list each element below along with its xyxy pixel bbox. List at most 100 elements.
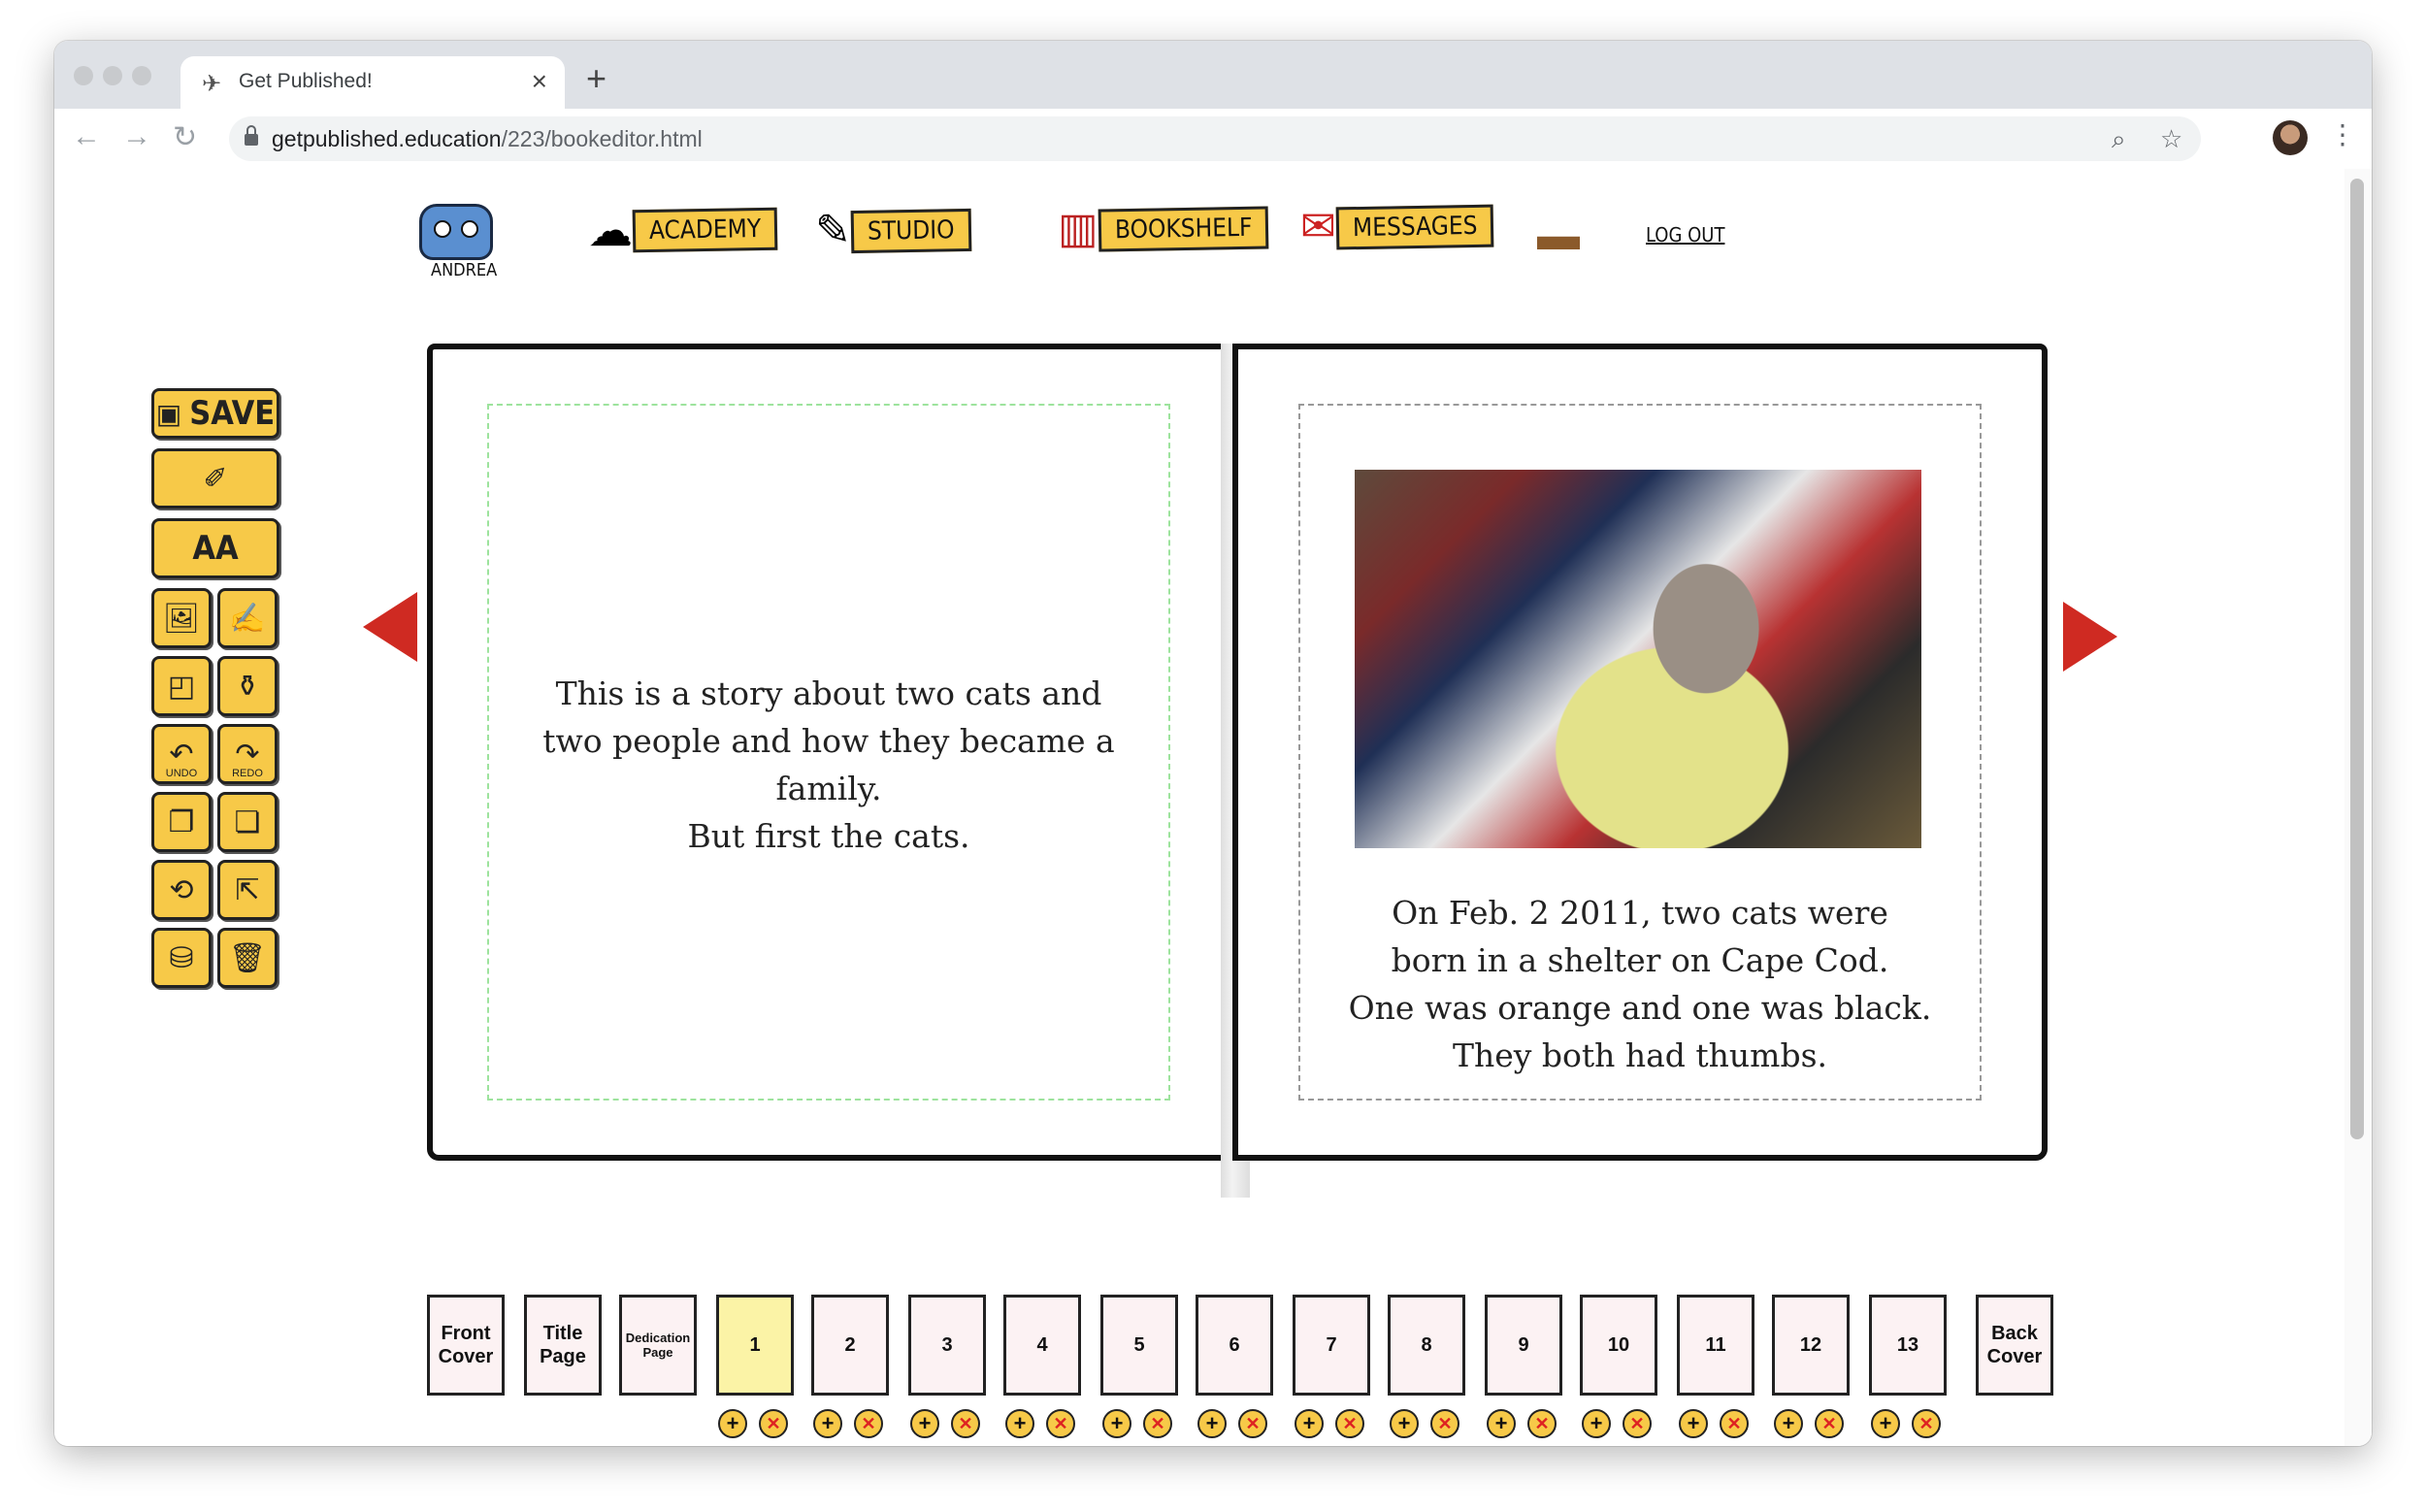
arrange-button[interactable]: ◰: [151, 656, 212, 716]
delete-page-icon[interactable]: ✕: [1238, 1409, 1267, 1438]
left-text-frame[interactable]: This is a story about two cats and two p…: [487, 404, 1170, 1101]
page-thumb-front-cover[interactable]: Front Cover: [427, 1295, 505, 1396]
reload-icon[interactable]: ↻: [173, 120, 197, 154]
add-page-icon[interactable]: +: [1102, 1409, 1131, 1438]
add-page-icon[interactable]: +: [1197, 1409, 1227, 1438]
browser-tab[interactable]: ✈ Get Published! ×: [180, 56, 565, 109]
address-bar: ← → ↻ getpublished.education/223/bookedi…: [54, 109, 2372, 170]
back-icon[interactable]: ←: [72, 120, 101, 153]
text-size-button[interactable]: AA: [151, 518, 279, 578]
delete-page-icon[interactable]: ✕: [854, 1409, 883, 1438]
redo-icon: ↷: [235, 738, 260, 771]
mailbox-icon: ✉: [1300, 203, 1336, 250]
add-page-icon[interactable]: +: [1390, 1409, 1419, 1438]
window-zoom-dot[interactable]: [132, 66, 151, 85]
floppy-disk-icon: ▣: [155, 398, 182, 429]
new-tab-icon[interactable]: +: [586, 58, 606, 99]
add-page-icon[interactable]: +: [1295, 1409, 1324, 1438]
nav-bookshelf[interactable]: ▥ BOOKSHELF: [1058, 204, 1269, 253]
delete-page-icon[interactable]: ✕: [1527, 1409, 1557, 1438]
browser-window: ✈ Get Published! × + ← → ↻ getpublished.…: [54, 41, 2372, 1446]
page-thumb-back-cover[interactable]: Back Cover: [1976, 1295, 2053, 1396]
trash-can-icon: 🗑: [228, 941, 267, 974]
edit-image-button[interactable]: ✍: [217, 588, 278, 648]
user-avatar-robot-icon[interactable]: [419, 204, 493, 260]
page-thumb-1[interactable]: 1: [716, 1295, 794, 1396]
copy-button[interactable]: ⛁: [151, 928, 212, 988]
url-text: getpublished.education/223/bookeditor.ht…: [272, 126, 703, 151]
add-page-icon[interactable]: +: [1005, 1409, 1034, 1438]
delete-page-icon[interactable]: ✕: [1815, 1409, 1844, 1438]
delete-page-icon[interactable]: ✕: [759, 1409, 788, 1438]
save-button[interactable]: ▣ SAVE: [151, 388, 279, 439]
page-thumb-12[interactable]: 12: [1772, 1295, 1850, 1396]
window-close-dot[interactable]: [74, 66, 93, 85]
image-icon: 🖼: [162, 602, 201, 635]
lock-icon: [245, 125, 258, 146]
draw-tools-button[interactable]: ✐: [151, 448, 279, 509]
window-minimize-dot[interactable]: [103, 66, 122, 85]
add-page-icon[interactable]: +: [1582, 1409, 1611, 1438]
page-thumb-2[interactable]: 2: [811, 1295, 889, 1396]
browser-menu-icon[interactable]: ⋮: [2329, 118, 2356, 150]
page-thumb-3[interactable]: 3: [908, 1295, 986, 1396]
page-thumb-dedication-page[interactable]: Dedication Page: [619, 1295, 697, 1396]
zoom-icon[interactable]: ⌕: [2112, 124, 2126, 155]
next-page-arrow[interactable]: [2063, 602, 2117, 672]
add-page-icon[interactable]: +: [718, 1409, 747, 1438]
page-photo[interactable]: [1355, 470, 1921, 848]
nav-studio[interactable]: ✎ STUDIO: [815, 206, 971, 255]
rotate-button[interactable]: ⟲: [151, 860, 212, 920]
bring-front-button[interactable]: ❏: [217, 792, 278, 852]
previous-page-arrow[interactable]: [363, 592, 417, 662]
page-thumb-title-page[interactable]: Title Page: [524, 1295, 602, 1396]
forward-icon[interactable]: →: [122, 120, 151, 153]
glue-button[interactable]: ⚱: [217, 656, 278, 716]
add-page-icon[interactable]: +: [1487, 1409, 1516, 1438]
page-thumb-13[interactable]: 13: [1869, 1295, 1947, 1396]
delete-page-icon[interactable]: ✕: [1720, 1409, 1749, 1438]
add-page-icon[interactable]: +: [910, 1409, 939, 1438]
nav-messages-label: MESSAGES: [1335, 204, 1494, 249]
add-page-icon[interactable]: +: [1871, 1409, 1900, 1438]
close-tab-icon[interactable]: ×: [532, 66, 547, 97]
add-page-icon[interactable]: +: [1774, 1409, 1803, 1438]
right-content-frame[interactable]: On Feb. 2 2011, two cats were born in a …: [1298, 404, 1982, 1101]
delete-page-icon[interactable]: ✕: [1430, 1409, 1459, 1438]
delete-page-icon[interactable]: ✕: [1912, 1409, 1941, 1438]
delete-page-icon[interactable]: ✕: [951, 1409, 980, 1438]
send-back-button[interactable]: ❐: [151, 792, 212, 852]
page-thumb-9[interactable]: 9: [1485, 1295, 1562, 1396]
logout-link[interactable]: LOG OUT: [1646, 223, 1724, 247]
log-icon[interactable]: ▬: [1537, 212, 1580, 260]
page-scrollbar[interactable]: [2344, 169, 2372, 1446]
flip-button[interactable]: ⇱: [217, 860, 278, 920]
delete-page-icon[interactable]: ✕: [1335, 1409, 1364, 1438]
delete-page-icon[interactable]: ✕: [1046, 1409, 1075, 1438]
page-thumb-10[interactable]: 10: [1580, 1295, 1657, 1396]
delete-button[interactable]: 🗑: [217, 928, 278, 988]
profile-avatar[interactable]: [2273, 120, 2308, 155]
page-thumb-7[interactable]: 7: [1293, 1295, 1370, 1396]
page-thumb-4[interactable]: 4: [1003, 1295, 1081, 1396]
page-thumb-5[interactable]: 5: [1100, 1295, 1178, 1396]
left-story-text[interactable]: This is a story about two cats and two p…: [489, 670, 1168, 860]
page-thumb-11[interactable]: 11: [1677, 1295, 1754, 1396]
page-thumb-6[interactable]: 6: [1196, 1295, 1273, 1396]
url-input[interactable]: getpublished.education/223/bookeditor.ht…: [229, 116, 2201, 161]
page-thumb-8[interactable]: 8: [1388, 1295, 1465, 1396]
right-story-text[interactable]: On Feb. 2 2011, two cats were born in a …: [1300, 889, 1980, 1079]
delete-page-icon[interactable]: ✕: [1623, 1409, 1652, 1438]
scrollbar-thumb[interactable]: [2350, 179, 2364, 1139]
add-image-button[interactable]: 🖼: [151, 588, 212, 648]
delete-page-icon[interactable]: ✕: [1143, 1409, 1172, 1438]
left-page: This is a story about two cats and two p…: [427, 344, 1238, 1161]
add-page-icon[interactable]: +: [1679, 1409, 1708, 1438]
bookmark-star-icon[interactable]: ☆: [2160, 124, 2182, 154]
nav-academy[interactable]: ☁ ACADEMY: [588, 204, 778, 256]
page-content: ANDREA ☁ ACADEMY ✎ STUDIO ▥ BOOKSHELF ✉ …: [54, 169, 2372, 1446]
nav-messages[interactable]: ✉ MESSAGES: [1300, 202, 1494, 251]
add-page-icon[interactable]: +: [813, 1409, 842, 1438]
redo-button[interactable]: ↷ REDO: [217, 724, 278, 784]
undo-button[interactable]: ↶ UNDO: [151, 724, 212, 784]
